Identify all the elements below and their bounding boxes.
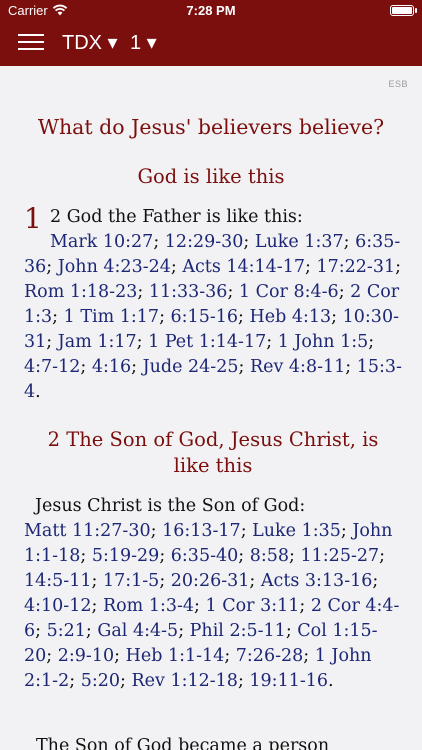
reference-link[interactable]: 1 Cor 8:4-6 [239, 282, 339, 302]
reference-link[interactable]: 5:19-29 [92, 546, 159, 566]
navigation-bar: Carrier 7:28 PM TDX ▾ 1 ▾ [0, 0, 422, 66]
page-title: What do Jesus' believers believe? [37, 115, 385, 139]
reference-link[interactable]: 19:11-16 [249, 671, 328, 691]
reference-link[interactable]: 5:20 [81, 671, 120, 691]
reference-link[interactable]: 1 Tim 1:17 [64, 307, 159, 327]
nav-row: TDX ▾ 1 ▾ [0, 26, 422, 62]
reference-link[interactable]: Heb 4:13 [249, 307, 331, 327]
paragraph-lead: Jesus Christ is the Son of God: [35, 496, 306, 516]
reference-link[interactable]: 7:26-28 [236, 646, 303, 666]
reference-link[interactable]: 11:25-27 [301, 546, 380, 566]
reference-link[interactable]: Jam 1:17 [58, 332, 137, 352]
paragraph-son: Jesus Christ is the Son of God: Matt 11:… [24, 496, 400, 691]
status-bar: Carrier 7:28 PM [0, 0, 422, 22]
reference-link[interactable]: 16:13-17 [162, 521, 241, 541]
battery-tip [415, 8, 417, 13]
reference-link[interactable]: 8:58 [250, 546, 289, 566]
paragraph-god: 2 God the Father is like this: Mark 10:2… [24, 207, 402, 402]
reference-link[interactable]: Luke 1:35 [252, 521, 341, 541]
reference-link[interactable]: Mark 10:27 [50, 232, 153, 252]
reference-link[interactable]: 4:16 [92, 357, 131, 377]
reference-link[interactable]: Acts 14:14-17 [182, 257, 305, 277]
reference-link[interactable]: Rom 1:3-4 [103, 596, 194, 616]
reference-link[interactable]: 17:1-5 [103, 571, 159, 591]
reference-link[interactable]: Matt 11:27-30 [24, 521, 151, 541]
reference-link[interactable]: 4:7-12 [24, 357, 80, 377]
section-heading-god: God is like this [137, 165, 285, 188]
reference-link[interactable]: Rom 1:18-23 [24, 282, 137, 302]
hamburger-menu-icon[interactable] [18, 32, 44, 52]
clock-label: 7:28 PM [186, 3, 236, 18]
reading-pane[interactable]: ESB What do Jesus' believers believe? Go… [0, 66, 422, 750]
reference-link[interactable]: Jude 24-25 [143, 357, 239, 377]
reference-link[interactable]: 1 John 1:5 [278, 332, 369, 352]
reference-link[interactable]: 14:5-11 [24, 571, 91, 591]
reference-link[interactable]: Phil 2:5-11 [190, 621, 286, 641]
reference-link[interactable]: 6:15-16 [171, 307, 238, 327]
reference-link[interactable]: Acts 3:13-16 [261, 571, 373, 591]
version-label: ESB [388, 79, 408, 89]
reference-link[interactable]: John 4:23-24 [58, 257, 171, 277]
paragraph-incarnation: The Son of God became a person [36, 736, 330, 750]
battery-icon [390, 5, 414, 16]
reference-link[interactable]: 1 Cor 3:11 [206, 596, 300, 616]
reference-link[interactable]: 1 Pet 1:14-17 [148, 332, 266, 352]
reference-link[interactable]: 11:33-36 [149, 282, 228, 302]
reference-link[interactable]: 2:9-10 [58, 646, 114, 666]
reference-link[interactable]: Luke 1:37 [255, 232, 344, 252]
reference-link[interactable]: Gal 4:4-5 [97, 621, 178, 641]
chapter-selector[interactable]: 1 ▾ [130, 30, 157, 55]
reference-link[interactable]: 12:29-30 [165, 232, 244, 252]
reference-link[interactable]: Rev 1:12-18 [131, 671, 237, 691]
reference-link[interactable]: 17:22-31 [316, 257, 395, 277]
paragraph-lead: 2 God the Father is like this: [50, 207, 303, 227]
reference-link[interactable]: Heb 1:1-14 [126, 646, 225, 666]
book-selector[interactable]: TDX ▾ [62, 30, 118, 55]
section-heading-son: 2 The Son of God, Jesus Christ, is like … [47, 428, 379, 477]
reference-link[interactable]: Rev 4:8-11 [250, 357, 345, 377]
reference-link[interactable]: 4:10-12 [24, 596, 91, 616]
reference-link[interactable]: 20:26-31 [171, 571, 250, 591]
reference-link[interactable]: 5:21 [47, 621, 86, 641]
reference-link[interactable]: 6:35-40 [171, 546, 238, 566]
